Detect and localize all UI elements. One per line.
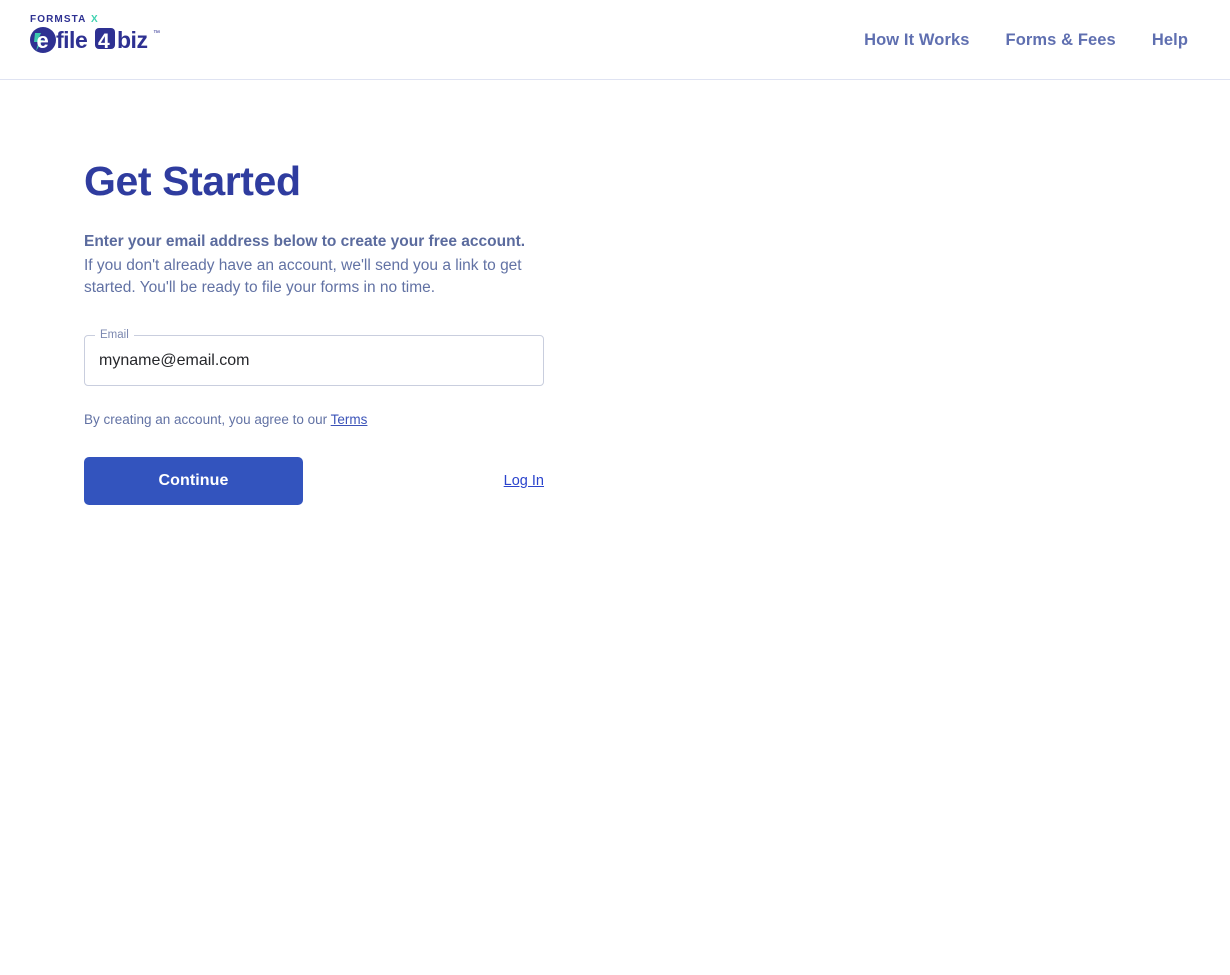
signup-panel: Get Started Enter your email address bel…: [84, 158, 554, 506]
intro-description: If you don't already have an account, we…: [84, 256, 522, 296]
action-row: Continue Log In: [84, 457, 544, 506]
terms-link[interactable]: Terms: [331, 412, 368, 427]
continue-button[interactable]: Continue: [84, 457, 303, 506]
svg-text:X: X: [91, 14, 98, 25]
intro-text-block: Enter your email address below to create…: [84, 231, 546, 299]
nav-forms-and-fees[interactable]: Forms & Fees: [988, 31, 1134, 50]
email-input[interactable]: [84, 335, 544, 387]
svg-text:e: e: [37, 28, 49, 53]
efile4biz-logo-icon: FORMSTA X e file 4 biz ™: [30, 14, 160, 53]
site-header: FORMSTA X e file 4 biz ™ How It Works Fo…: [0, 0, 1230, 80]
nav-how-it-works[interactable]: How It Works: [846, 31, 987, 50]
terms-notice: By creating an account, you agree to our…: [84, 411, 554, 430]
svg-text:4: 4: [98, 30, 110, 53]
main-content: Get Started Enter your email address bel…: [0, 80, 1230, 975]
intro-headline: Enter your email address below to create…: [84, 233, 526, 251]
svg-text:file: file: [56, 27, 87, 53]
brand-logo[interactable]: FORMSTA X e file 4 biz ™: [29, 11, 169, 61]
svg-text:™: ™: [153, 30, 160, 37]
primary-navigation: How It Works Forms & Fees Help: [846, 0, 1188, 80]
svg-text:FORMSTA: FORMSTA: [30, 14, 86, 25]
email-field[interactable]: Email: [84, 328, 544, 387]
page-title: Get Started: [84, 158, 301, 204]
log-in-link[interactable]: Log In: [504, 473, 544, 489]
terms-notice-text: By creating an account, you agree to our: [84, 412, 331, 428]
nav-help[interactable]: Help: [1134, 31, 1188, 50]
svg-text:biz: biz: [117, 27, 147, 53]
